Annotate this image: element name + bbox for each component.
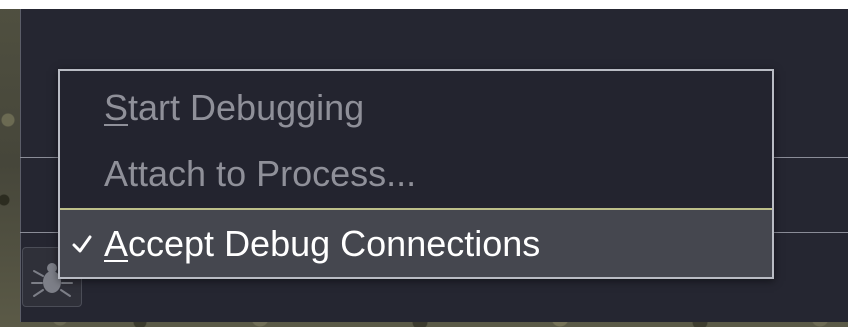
mnemonic-letter: A [104, 223, 129, 264]
panel-left-border [20, 9, 21, 322]
mnemonic-letter: S [104, 87, 129, 128]
menu-item-label: Attach to Process... [104, 153, 417, 194]
debug-popup-menu: Start Debugging Attach to Process... Acc… [58, 69, 774, 279]
checkmark-icon [69, 210, 95, 277]
menu-item-attach-to-process[interactable]: Attach to Process... [60, 141, 772, 207]
menu-item-label: ccept Debug Connections [128, 223, 541, 264]
menu-item-label: tart Debugging [128, 87, 365, 128]
menu-item-accept-debug-connections[interactable]: Accept Debug Connections [60, 210, 772, 277]
screen: Start Debugging Attach to Process... Acc… [0, 0, 850, 327]
window-top-edge [0, 0, 850, 9]
menu-item-start-debugging[interactable]: Start Debugging [60, 75, 772, 141]
